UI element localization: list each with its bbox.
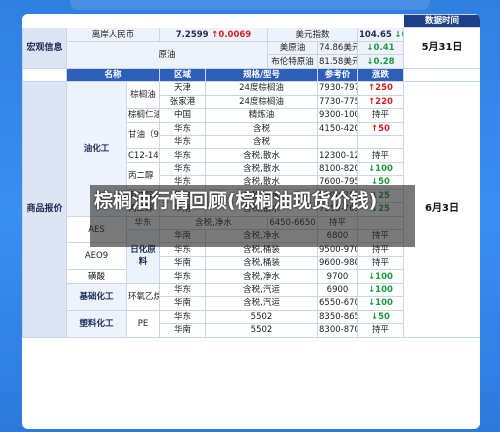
spec-cell: 24度棕榈油	[205, 94, 318, 110]
col-spec: 规格/型号	[205, 67, 318, 83]
product-name-cell: 环氧乙烷	[126, 282, 160, 311]
region-cell: 天津	[159, 81, 206, 96]
price-cell: 8300-8700	[317, 323, 358, 338]
change-cell: ↓100	[357, 296, 404, 311]
price-cell: 9300-10000元/吨	[317, 108, 358, 123]
change-cell: ↓100	[357, 282, 404, 298]
region-cell: 华东	[159, 282, 206, 298]
region-cell: 华南	[159, 323, 206, 338]
column-header-row: 名称 区域 规格/型号 参考价 参考价 涨跌	[22, 67, 480, 83]
change-cell: ↑50	[357, 121, 404, 136]
price-cell: 9600-9800	[317, 255, 358, 271]
brent-change: ↓0.28	[357, 54, 404, 69]
brent-value: 81.58美元/桶	[317, 54, 358, 69]
region-cell: 华东	[159, 309, 206, 325]
change-cell: ↓100	[357, 269, 404, 284]
usd-index-value: 104.65 ↓0.12	[357, 27, 404, 42]
price-cell: 4150-4200	[317, 121, 358, 136]
region-cell: 华南	[159, 296, 206, 311]
change-cell: ↓50	[357, 309, 404, 325]
brent-label: 布伦特原油	[267, 54, 318, 69]
region-cell: 华东	[159, 161, 206, 177]
price-cell: 8350-8650	[317, 309, 358, 325]
usd-index-label: 美元指数	[267, 27, 358, 42]
region-cell: 华东	[159, 121, 206, 136]
spec-cell: 含税	[205, 134, 318, 150]
rmb-label: 离岸人民币	[66, 27, 160, 42]
rmb-value: 7.2599 ↑0.0069	[159, 27, 268, 42]
price-cell: 8100-8200	[317, 161, 358, 177]
region-cell: 华南	[159, 255, 206, 271]
spec-cell: 含税,汽运	[205, 282, 318, 298]
region-cell: 华东	[159, 269, 206, 284]
us-crude-value: 74.86美元/桶	[317, 40, 358, 56]
overlay-title: 棕榈油行情回顾(棕榈油现货价钱)	[94, 190, 378, 212]
price-cell	[317, 134, 358, 150]
spec-cell: 5502	[205, 309, 318, 325]
category-cell: 基础化工	[66, 282, 127, 311]
fx-row: 宏观信息 离岸人民币 7.2599 ↑0.0069 美元指数 104.65 ↓0…	[22, 27, 480, 69]
change-cell: ↓100	[357, 161, 404, 177]
spec-cell: 含税	[205, 121, 318, 136]
product-name-cell: 磺酸	[66, 269, 127, 284]
price-cell: 7730-7750元/吨	[317, 94, 358, 110]
us-crude-label: 美原油	[267, 40, 318, 56]
macro-date: 5月31日	[403, 27, 480, 69]
spec-cell: 含税,桶装	[205, 255, 318, 271]
spec-cell: 精炼油	[205, 108, 318, 123]
top-bar-row: 数据时间	[22, 14, 480, 29]
spec-cell: 含税,净水	[205, 269, 318, 284]
price-row: 商品报价油化工棕榈油天津24度棕榈油7930-7970元/吨↑2506月3日	[22, 81, 480, 338]
col-ref-price-visible: 参考价	[317, 67, 358, 83]
spec-cell: 含税,散水	[205, 161, 318, 177]
decorative-top-tab	[70, 0, 430, 10]
section-quotes-label: 商品报价	[22, 81, 67, 338]
region-cell: 张家港	[159, 94, 206, 110]
data-time-header: 数据时间	[403, 14, 480, 29]
change-cell: 持平	[357, 148, 404, 163]
crude-group-label: 原油	[66, 40, 268, 69]
spec-cell: 5502	[205, 323, 318, 338]
product-name-cell: 棕榈仁油	[126, 108, 160, 123]
product-name-cell: C12-14醇	[126, 148, 160, 163]
category-cell: 塑料化工	[66, 309, 127, 338]
region-cell: 华东	[159, 148, 206, 163]
market-table: 数据时间 宏观信息 离岸人民币 7.2599 ↑0.0069 美元指数 104.…	[22, 14, 480, 338]
change-cell	[357, 134, 404, 150]
product-name-cell: 甘油（99.5%）	[126, 121, 160, 150]
spec-cell: 含税,汽运	[205, 296, 318, 311]
region-cell: 中国	[159, 108, 206, 123]
col-change: 涨跌	[357, 67, 404, 83]
change-cell: ↑220	[357, 94, 404, 110]
section-macro-label: 宏观信息	[22, 27, 67, 69]
us-crude-change: ↓0.41	[357, 40, 404, 56]
change-cell: 持平	[357, 323, 404, 338]
price-cell: 6550-6700	[317, 296, 358, 311]
col-name: 名称	[66, 67, 160, 83]
price-cell: 7930-7970元/吨	[317, 81, 358, 96]
col-region: 区域	[159, 67, 206, 83]
price-cell: 12300-12500	[317, 148, 358, 163]
price-cell: 9700	[317, 269, 358, 284]
change-cell: 持平	[357, 255, 404, 271]
price-cell: 6900	[317, 282, 358, 298]
spec-cell: 含税,散水	[205, 148, 318, 163]
product-name-cell: PE	[126, 309, 160, 338]
region-cell: 华东	[159, 134, 206, 150]
product-name-cell: 棕榈油	[126, 81, 160, 110]
change-cell: 持平	[357, 108, 404, 123]
spec-cell: 24度棕榈油	[205, 81, 318, 96]
change-cell: ↑250	[357, 81, 404, 96]
